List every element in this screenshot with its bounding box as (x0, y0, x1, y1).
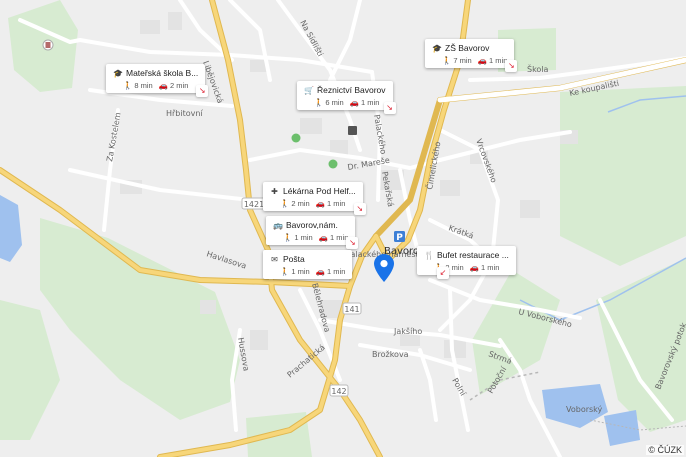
walk-time: 🚶 6 min (314, 98, 344, 107)
walk-icon: 🚶 (280, 199, 290, 208)
street-label: Jakšího (393, 326, 422, 336)
map-canvas[interactable]: 1421 141 142 Libějovická Hřbitovní Za Ko… (0, 0, 686, 457)
street-label: Na Sídlišti (298, 18, 326, 58)
street-label: Krátká (447, 223, 475, 240)
drive-time: 🚗 1 min (469, 263, 500, 272)
drive-time: 🚗 1 min (315, 267, 346, 276)
school-icon: 🎓 (432, 43, 442, 53)
svg-text:P: P (396, 233, 403, 243)
walk-icon: 🚶 (123, 81, 133, 90)
map-attribution: © ČÚZK (646, 445, 684, 455)
car-icon: 🚗 (318, 233, 329, 242)
svg-text:1421: 1421 (244, 200, 264, 209)
svg-text:142: 142 (331, 387, 346, 396)
street-label: Za Kostelem (105, 112, 123, 163)
poi-title: Lékárna Pod Helf... (283, 186, 356, 196)
svg-text:141: 141 (344, 305, 359, 314)
poi-card-reznictvi[interactable]: 🛒 Řeznictví Bavorov 🚶 6 min 🚗 1 min ↘ (297, 81, 396, 114)
school-icon: 🎓 (113, 68, 123, 78)
car-icon: 🚗 (315, 267, 326, 276)
directions-icon[interactable]: ↘ (383, 102, 396, 114)
directions-icon[interactable]: ↘ (353, 203, 366, 215)
poi-title: Řeznictví Bavorov (317, 85, 386, 95)
park-icon (328, 159, 338, 169)
poi-card-bufet[interactable]: 🍴Bufet restaurace ... 🚶2 min🚗1 min ↙ (417, 246, 516, 279)
walk-icon: 🚶 (280, 267, 290, 276)
poi-card-lekarna[interactable]: ✚ Lékárna Pod Helf... 🚶 2 min 🚗 1 min ↘ (263, 182, 366, 215)
drive-time: 🚗 1 min (349, 98, 380, 107)
poi-title: Bufet restaurace ... (437, 250, 509, 260)
walk-icon: 🚶 (314, 98, 324, 107)
restaurant-icon: 🍴 (424, 250, 434, 260)
street-label: Havlasova (205, 249, 247, 270)
road-shield-141: 141 (342, 302, 362, 315)
drive-time: 🚗 1 min (318, 233, 349, 242)
street-label: Brožkova (372, 350, 409, 359)
walk-time: 🚶 1 min (283, 233, 313, 242)
poi-card-posta[interactable]: ✉ Pošta 🚶 1 min 🚗 1 min (263, 250, 353, 279)
walk-time: 🚶 1 min (280, 267, 310, 276)
post-icon: ✉ (271, 254, 278, 264)
car-icon: 🚗 (158, 81, 169, 90)
road-shield-142: 142 (329, 384, 349, 397)
pharmacy-icon: ✚ (271, 186, 278, 196)
small-label: Škola (527, 63, 549, 74)
poi-card-zs-bavorov[interactable]: 🎓 ZŠ Bavorov 🚶 7 min 🚗 1 min ↘ (425, 39, 518, 72)
drive-time: 🚗 1 min (315, 199, 346, 208)
walk-time: 🚶 8 min (123, 81, 153, 90)
pond-label: Voborský (566, 405, 603, 414)
poi-card-bavorov-nam[interactable]: 🚌 Bavorov,nám. 🚶 1 min 🚗 1 min ↘ (266, 216, 359, 249)
shop-icon (348, 126, 357, 135)
parking-icon: P (394, 231, 405, 243)
location-pin-icon[interactable] (374, 254, 394, 282)
street-label: Polní (450, 377, 468, 399)
poi-title: Bavorov,nám. (286, 220, 338, 230)
poi-card-materska-skola[interactable]: 🎓 Mateřská škola B... 🚶 8 min 🚗 2 min ↘ (106, 64, 209, 97)
car-icon: 🚗 (315, 199, 326, 208)
church-icon (42, 39, 54, 51)
street-label: Hřbitovní (166, 109, 203, 118)
drive-time: 🚗 2 min (158, 81, 189, 90)
poi-title: Mateřská škola B... (126, 68, 199, 78)
car-icon: 🚗 (349, 98, 360, 107)
walk-icon: 🚶 (442, 56, 452, 65)
walk-time: 🚶 7 min (442, 56, 472, 65)
walk-time: 🚶2 min (280, 199, 310, 208)
street-label: Palackého (372, 114, 389, 155)
directions-icon[interactable]: ↘ (505, 60, 518, 72)
park-icon (291, 133, 301, 143)
directions-icon[interactable]: ↘ (196, 85, 209, 97)
bus-icon: 🚌 (273, 220, 283, 230)
cart-icon: 🛒 (304, 85, 314, 95)
drive-time: 🚗 1 min (477, 56, 508, 65)
directions-icon[interactable]: ↘ (346, 237, 359, 249)
poi-title: ZŠ Bavorov (445, 43, 490, 53)
car-icon: 🚗 (477, 56, 488, 65)
poi-title: Pošta (283, 254, 305, 264)
walk-icon: 🚶 (283, 233, 293, 242)
directions-icon[interactable]: ↙ (437, 267, 449, 279)
car-icon: 🚗 (469, 263, 480, 272)
